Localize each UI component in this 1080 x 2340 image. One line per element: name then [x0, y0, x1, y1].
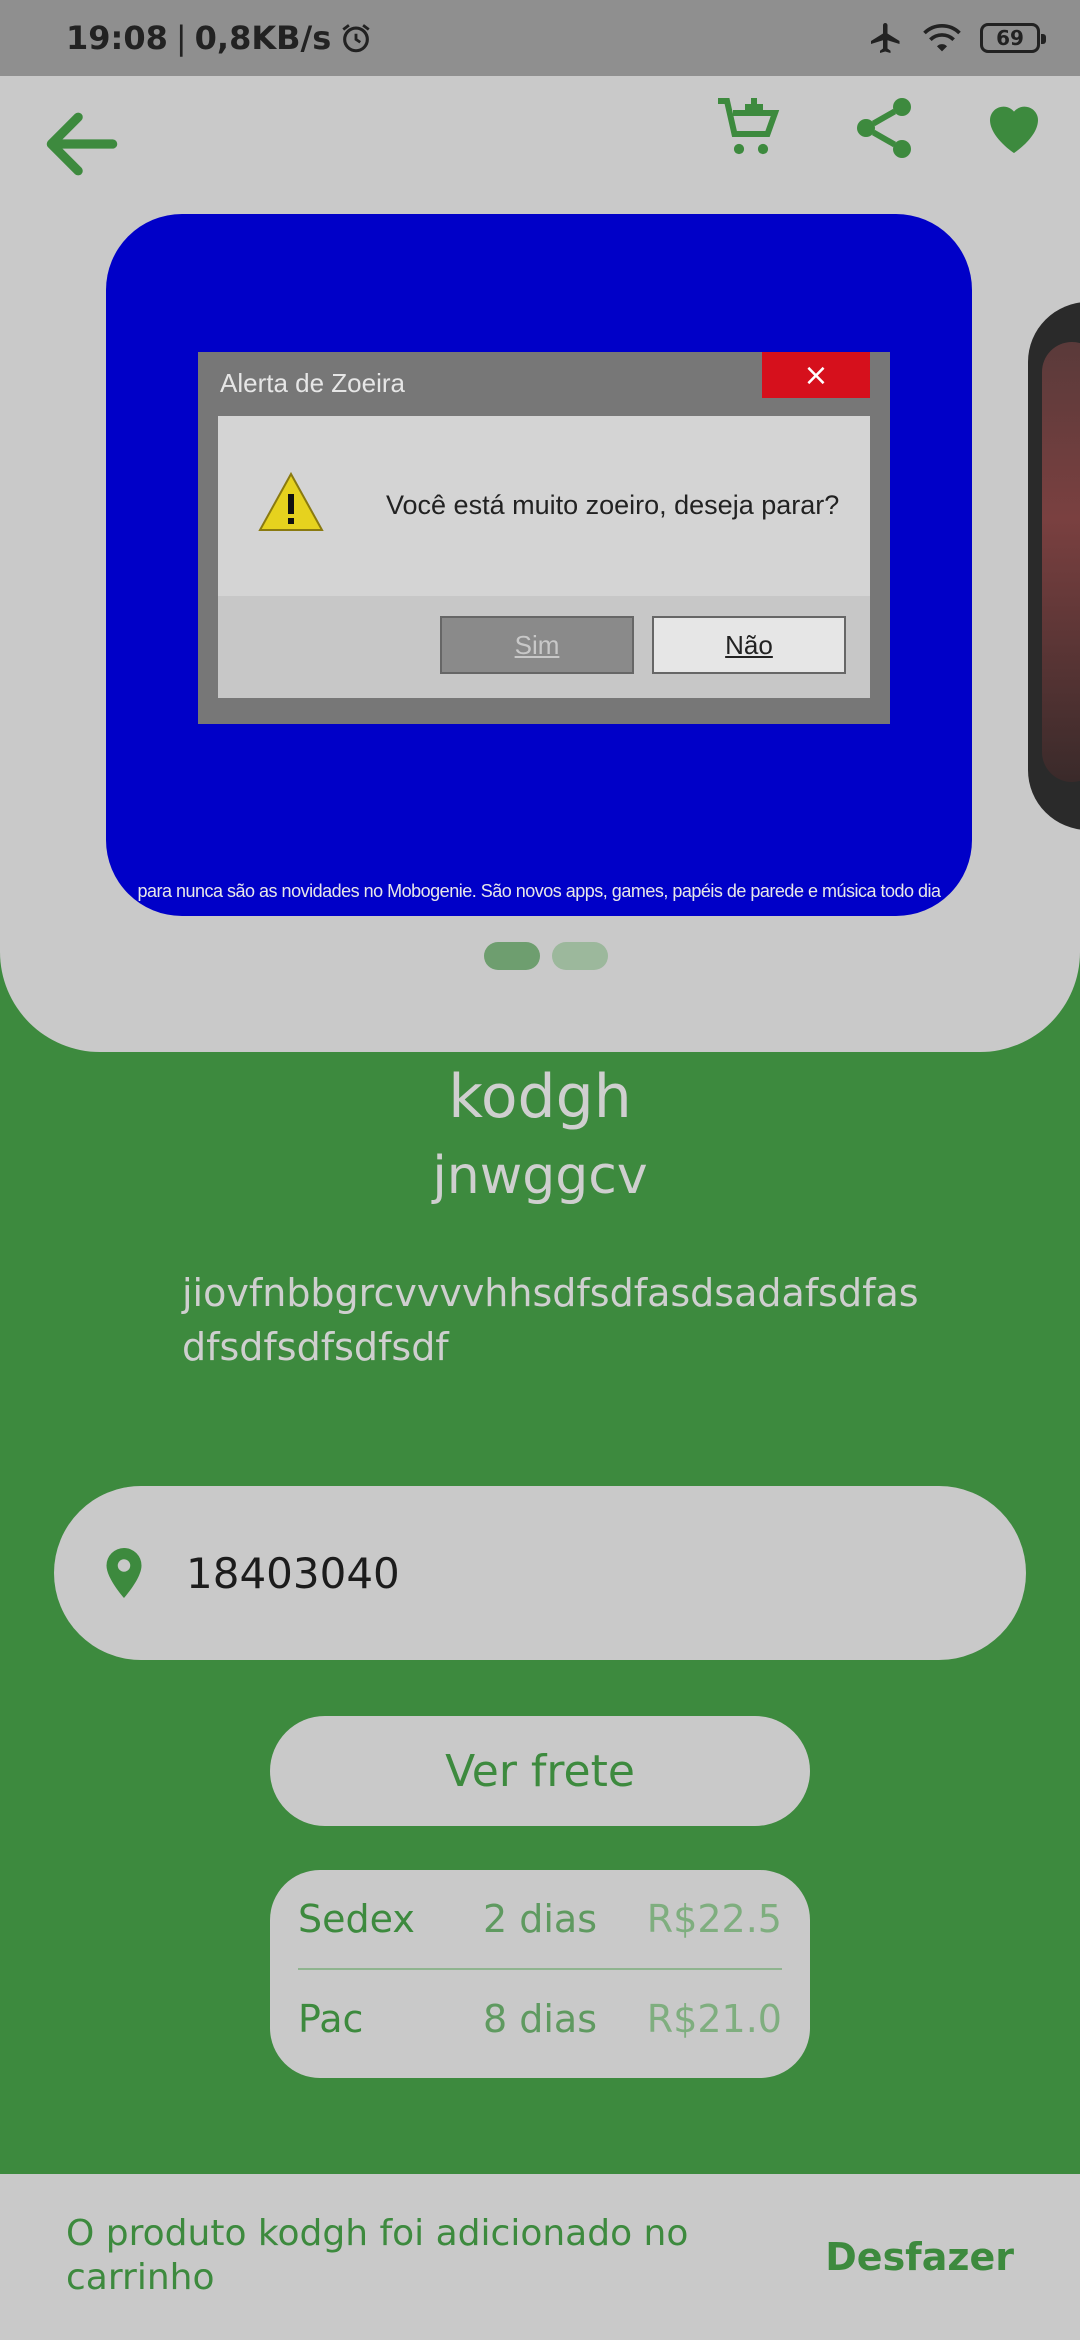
ver-frete-button[interactable]: Ver frete: [270, 1716, 810, 1826]
status-left: 19:08 | 0,8KB/s: [66, 0, 373, 76]
image-dialog-yes: Sim: [440, 616, 634, 674]
product-image-card: Alerta de Zoeira × Você está muito zoeir…: [0, 76, 1080, 1052]
airplane-icon: [871, 23, 900, 53]
arrow-left-icon: [46, 112, 118, 176]
location-pin-icon: [106, 1548, 142, 1598]
status-right: 69: [868, 0, 1046, 76]
image-dialog-window: Alerta de Zoeira × Você está muito zoeir…: [198, 352, 890, 724]
snackbar-message: O produto kodgh foi adicionado no carrin…: [66, 2213, 689, 2298]
cart-add-icon: [718, 98, 780, 155]
product-description: jiovfnbbgrcvvvvhhsdfsdfasdsadafsdfasdfsd…: [182, 1271, 919, 1369]
status-separator: |: [175, 19, 187, 57]
product-subtitle: jnwggcv: [432, 1146, 648, 1206]
shipping-option-price: R$21.0: [646, 1997, 782, 2041]
shipping-options-card: 2 dias Sedex R$22.5 8 dias Pac R$21.0: [270, 1870, 810, 2078]
share-button[interactable]: [848, 92, 920, 164]
carousel-dot[interactable]: [552, 942, 608, 970]
snackbar-undo-button[interactable]: Desfazer: [825, 2174, 1014, 2340]
share-icon: [857, 98, 911, 158]
status-network-speed: 0,8KB/s: [194, 19, 332, 57]
image-dialog-title: Alerta de Zoeira: [220, 368, 405, 398]
battery-indicator: 69: [980, 23, 1046, 53]
carousel-dot-active[interactable]: [484, 942, 540, 970]
cep-input[interactable]: 18403040: [186, 1486, 400, 1660]
shipping-option-name: Sedex: [298, 1897, 415, 1941]
status-time: 19:08: [66, 19, 168, 57]
cep-field[interactable]: 18403040: [54, 1486, 1026, 1660]
heart-icon: [990, 106, 1038, 153]
image-dialog-message-area: Você está muito zoeiro, deseja parar?: [218, 416, 870, 596]
shipping-option-name: Pac: [298, 1997, 364, 2041]
carousel-indicator: [484, 942, 608, 970]
add-to-cart-button[interactable]: [712, 92, 784, 164]
image-dialog-close: ×: [762, 352, 870, 398]
image-dialog-message: Você está muito zoeiro, deseja parar?: [386, 490, 840, 520]
product-name: kodgh: [448, 1062, 632, 1132]
snackbar: O produto kodgh foi adicionado no carrin…: [0, 2174, 1080, 2340]
shipping-option-row: 2 dias Sedex R$22.5: [298, 1870, 782, 1970]
next-image-slide[interactable]: [1028, 302, 1080, 830]
wifi-icon: [923, 24, 961, 52]
alarm-icon: [342, 24, 370, 53]
warning-icon: [258, 471, 324, 531]
shipping-option-price: R$22.5: [646, 1897, 782, 1941]
image-dialog-body: Você está muito zoeiro, deseja parar? Si…: [218, 416, 870, 698]
shipping-option-row: 8 dias Pac R$21.0: [298, 1970, 782, 2068]
image-dialog-no: Não: [652, 616, 846, 674]
back-button[interactable]: [36, 98, 128, 190]
product-image-slide[interactable]: Alerta de Zoeira × Você está muito zoeir…: [106, 214, 972, 916]
image-ticker-text: para nunca são as novidades no Mobogenie…: [137, 881, 941, 901]
status-bar: 19:08 | 0,8KB/s 69: [0, 0, 1080, 76]
favorite-button[interactable]: [978, 90, 1050, 162]
